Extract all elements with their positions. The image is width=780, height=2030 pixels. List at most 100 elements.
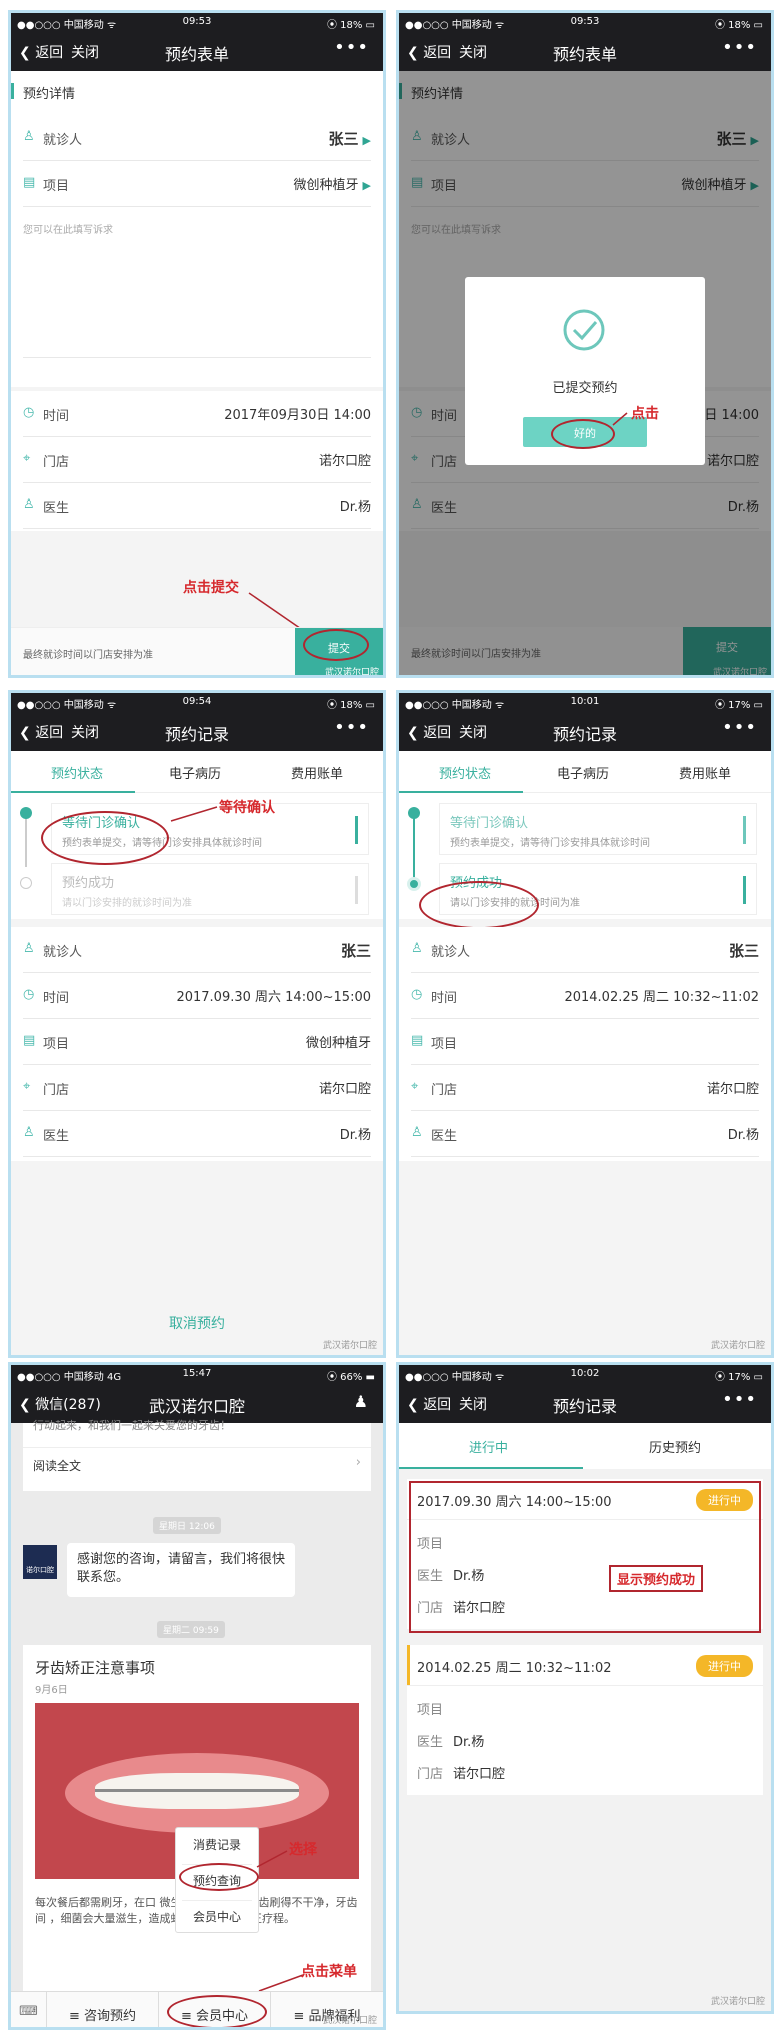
screen-submitted-dialog: ●●○○○ 中国移动 ᯤ 09:53 ⦿ 18% ▭ ❮ 返回 关闭 预约表单 ••… (396, 10, 774, 678)
store-row: ⌖ 门店 诺尔口腔 (23, 1065, 371, 1111)
timeline-dot-current (407, 877, 421, 891)
menu-consult[interactable]: ≡ 咨询预约 (47, 1992, 159, 2027)
doctor-label: 医生 (43, 1129, 70, 1144)
list-icon: ▤ (23, 1033, 36, 1048)
timeline-line (413, 813, 415, 879)
timeline-dot-active (408, 807, 420, 819)
store-row: ⌖ 门店 诺尔口腔 (411, 1065, 759, 1111)
store-value: 诺尔口腔 (453, 1767, 506, 1782)
location-icon: ⌖ (23, 1079, 31, 1094)
annotation-show-success: 显示预约成功 (609, 1565, 704, 1592)
screen-record-success: ●●○○○ 中国移动 ᯤ 10:01 ⦿ 17% ▭ ❮ 返回 关闭 预约记录 ••… (396, 690, 774, 1358)
tab-billing[interactable]: 费用账单 (679, 763, 731, 782)
appointment-date: 2014.02.25 周二 10:32~11:02 (417, 1661, 612, 1676)
annotation-arrow (612, 412, 628, 426)
list-icon: ▤ (411, 1033, 424, 1048)
status-bar: ●●○○○ 中国移动 ᯤ 10:01 ⦿ 17% ▭ (399, 693, 771, 711)
patient-label: 就诊人 (43, 945, 83, 960)
battery: ⦿ 17% ▭ (714, 1372, 763, 1383)
clock-icon: ◷ (23, 987, 35, 1002)
battery: ⦿ 17% ▭ (714, 700, 763, 711)
step-subtitle: 预约表单提交，请等待门诊安排具体就诊时间 (450, 838, 650, 849)
annotation-circle (303, 629, 369, 661)
store-value: 诺尔口腔 (318, 1082, 371, 1097)
record-info: ♙ 就诊人 张三 ◷ 时间 2017.09.30 周六 14:00~15:00 ▤ 项目 微… (11, 927, 383, 1161)
doctor-label: 医生 (431, 1129, 458, 1144)
project-value: 微创种植牙 (305, 1036, 371, 1051)
watermark: 武汉诺尔口腔 (322, 1341, 377, 1351)
person-icon: ♙ (23, 941, 35, 956)
patient-value: 张三 (728, 942, 759, 960)
screen-wechat-account: ●●○○○ 中国移动 4G 15:47 ⦿ 66% ▬ ❮ 微信(287) 武汉诺尔… (8, 1362, 386, 2030)
screen-record-waiting: ●●○○○ 中国移动 ᯤ 09:54 ⦿ 18% ▭ ❮ 返回 关闭 预约记录 ••… (8, 690, 386, 1358)
status-bar: ●●○○○ 中国移动 ᯤ 10:02 ⦿ 17% ▭ (399, 1365, 771, 1383)
store-label: 门店 (43, 1083, 70, 1098)
more-icon[interactable]: ••• (722, 717, 757, 738)
time-value: 2017.09.30 周六 14:00~15:00 (176, 990, 371, 1005)
screen-appointment-list: ●●○○○ 中国移动 ᯤ 10:02 ⦿ 17% ▭ ❮ 返回 关闭 预约记录 ••… (396, 1362, 774, 2014)
doctor-value: Dr.杨 (727, 1128, 759, 1143)
patient-value: 张三 (340, 942, 371, 960)
annotation-circle (167, 1995, 267, 2027)
page-title: 预约记录 (552, 725, 617, 744)
project-row: ▤ 项目 微创种植牙 (23, 1019, 371, 1065)
tab-history[interactable]: 历史预约 (649, 1437, 701, 1456)
watermark: 武汉诺尔口腔 (322, 2016, 377, 2026)
annotation-box (409, 1481, 761, 1633)
page-title: 预约记录 (552, 1397, 617, 1416)
doctor-row: ♙ 医生 Dr.杨 (23, 1111, 371, 1157)
doctor-value: Dr.杨 (339, 1128, 371, 1143)
step-bar (743, 876, 746, 904)
time-row: ◷ 时间 2017.09.30 周六 14:00~15:00 (23, 973, 371, 1019)
project-label: 项目 (43, 1037, 70, 1052)
keyboard-icon[interactable]: ⌨ (11, 1992, 47, 2027)
clock-icon: ◷ (411, 987, 423, 1002)
store-value: 诺尔口腔 (706, 1082, 759, 1097)
patient-row: ♙ 就诊人 张三 (23, 927, 371, 973)
store-label: 门店 (431, 1083, 458, 1098)
tab-bar: 进行中 历史预约 (399, 1423, 771, 1469)
time-value: 2014.02.25 周二 10:32~11:02 (564, 990, 759, 1005)
screen-appointment-form: ●●○○○ 中国移动 ᯤ 09:53 ⦿ 18% ▭ ❮ 返回 关闭 预约表单 ••… (8, 10, 386, 678)
tab-in-progress[interactable]: 进行中 (469, 1437, 508, 1456)
project-row: ▤ 项目 (411, 1019, 759, 1065)
card-accent (407, 1645, 410, 1685)
watermark: 武汉诺尔口腔 (710, 1997, 765, 2007)
tab-bar: 预约状态 电子病历 费用账单 (399, 751, 771, 793)
step-waiting: 等待门诊确认预约表单提交，请等待门诊安排具体就诊时间 (439, 803, 757, 855)
time-label: 时间 (431, 991, 458, 1006)
doctor-row: ♙ 医生 Dr.杨 (411, 1111, 759, 1157)
watermark: 武汉诺尔口腔 (324, 668, 379, 678)
annotation-arrow (248, 592, 308, 634)
doctor-label: 医生 (417, 1735, 444, 1750)
step-title: 等待门诊确认 (450, 816, 529, 831)
divider (407, 1685, 763, 1686)
footer-note: 最终就诊时间以门店安排为准 (23, 650, 153, 661)
store-label: 门店 (417, 1767, 444, 1782)
menu-consult-label: 咨询预约 (84, 2009, 137, 2024)
project-label: 项目 (417, 1703, 444, 1718)
location-icon: ⌖ (411, 1079, 419, 1094)
time-row: ◷ 时间 2014.02.25 周二 10:32~11:02 (411, 973, 759, 1019)
tab-status[interactable]: 预约状态 (439, 763, 491, 782)
status-badge: 进行中 (696, 1655, 753, 1677)
project-label: 项目 (431, 1037, 458, 1052)
patient-row: ♙ 就诊人 张三 (411, 927, 759, 973)
doctor-icon: ♙ (411, 1125, 423, 1140)
step-bar (743, 816, 746, 844)
watermark: 武汉诺尔口腔 (710, 1341, 765, 1351)
doctor-value: Dr.杨 (453, 1735, 485, 1750)
nav-bar: ❮ 返回 关闭 预约记录 ••• (399, 1383, 771, 1423)
patient-label: 就诊人 (431, 945, 471, 960)
tab-underline (399, 1467, 583, 1469)
annotation-circle (419, 881, 539, 929)
person-icon: ♙ (411, 941, 423, 956)
time-label: 时间 (43, 991, 70, 1006)
nav-bar: ❮ 返回 关闭 预约记录 ••• (399, 711, 771, 751)
more-icon[interactable]: ••• (722, 1389, 757, 1410)
doctor-icon: ♙ (23, 1125, 35, 1140)
annotation-arrow (256, 1850, 304, 1992)
tab-medical-record[interactable]: 电子病历 (557, 763, 609, 782)
appointment-card[interactable]: 2014.02.25 周二 10:32~11:02 进行中 项目 医生 Dr.杨… (407, 1645, 763, 1795)
annotation-click-menu: 点击菜单 (301, 1964, 357, 1980)
